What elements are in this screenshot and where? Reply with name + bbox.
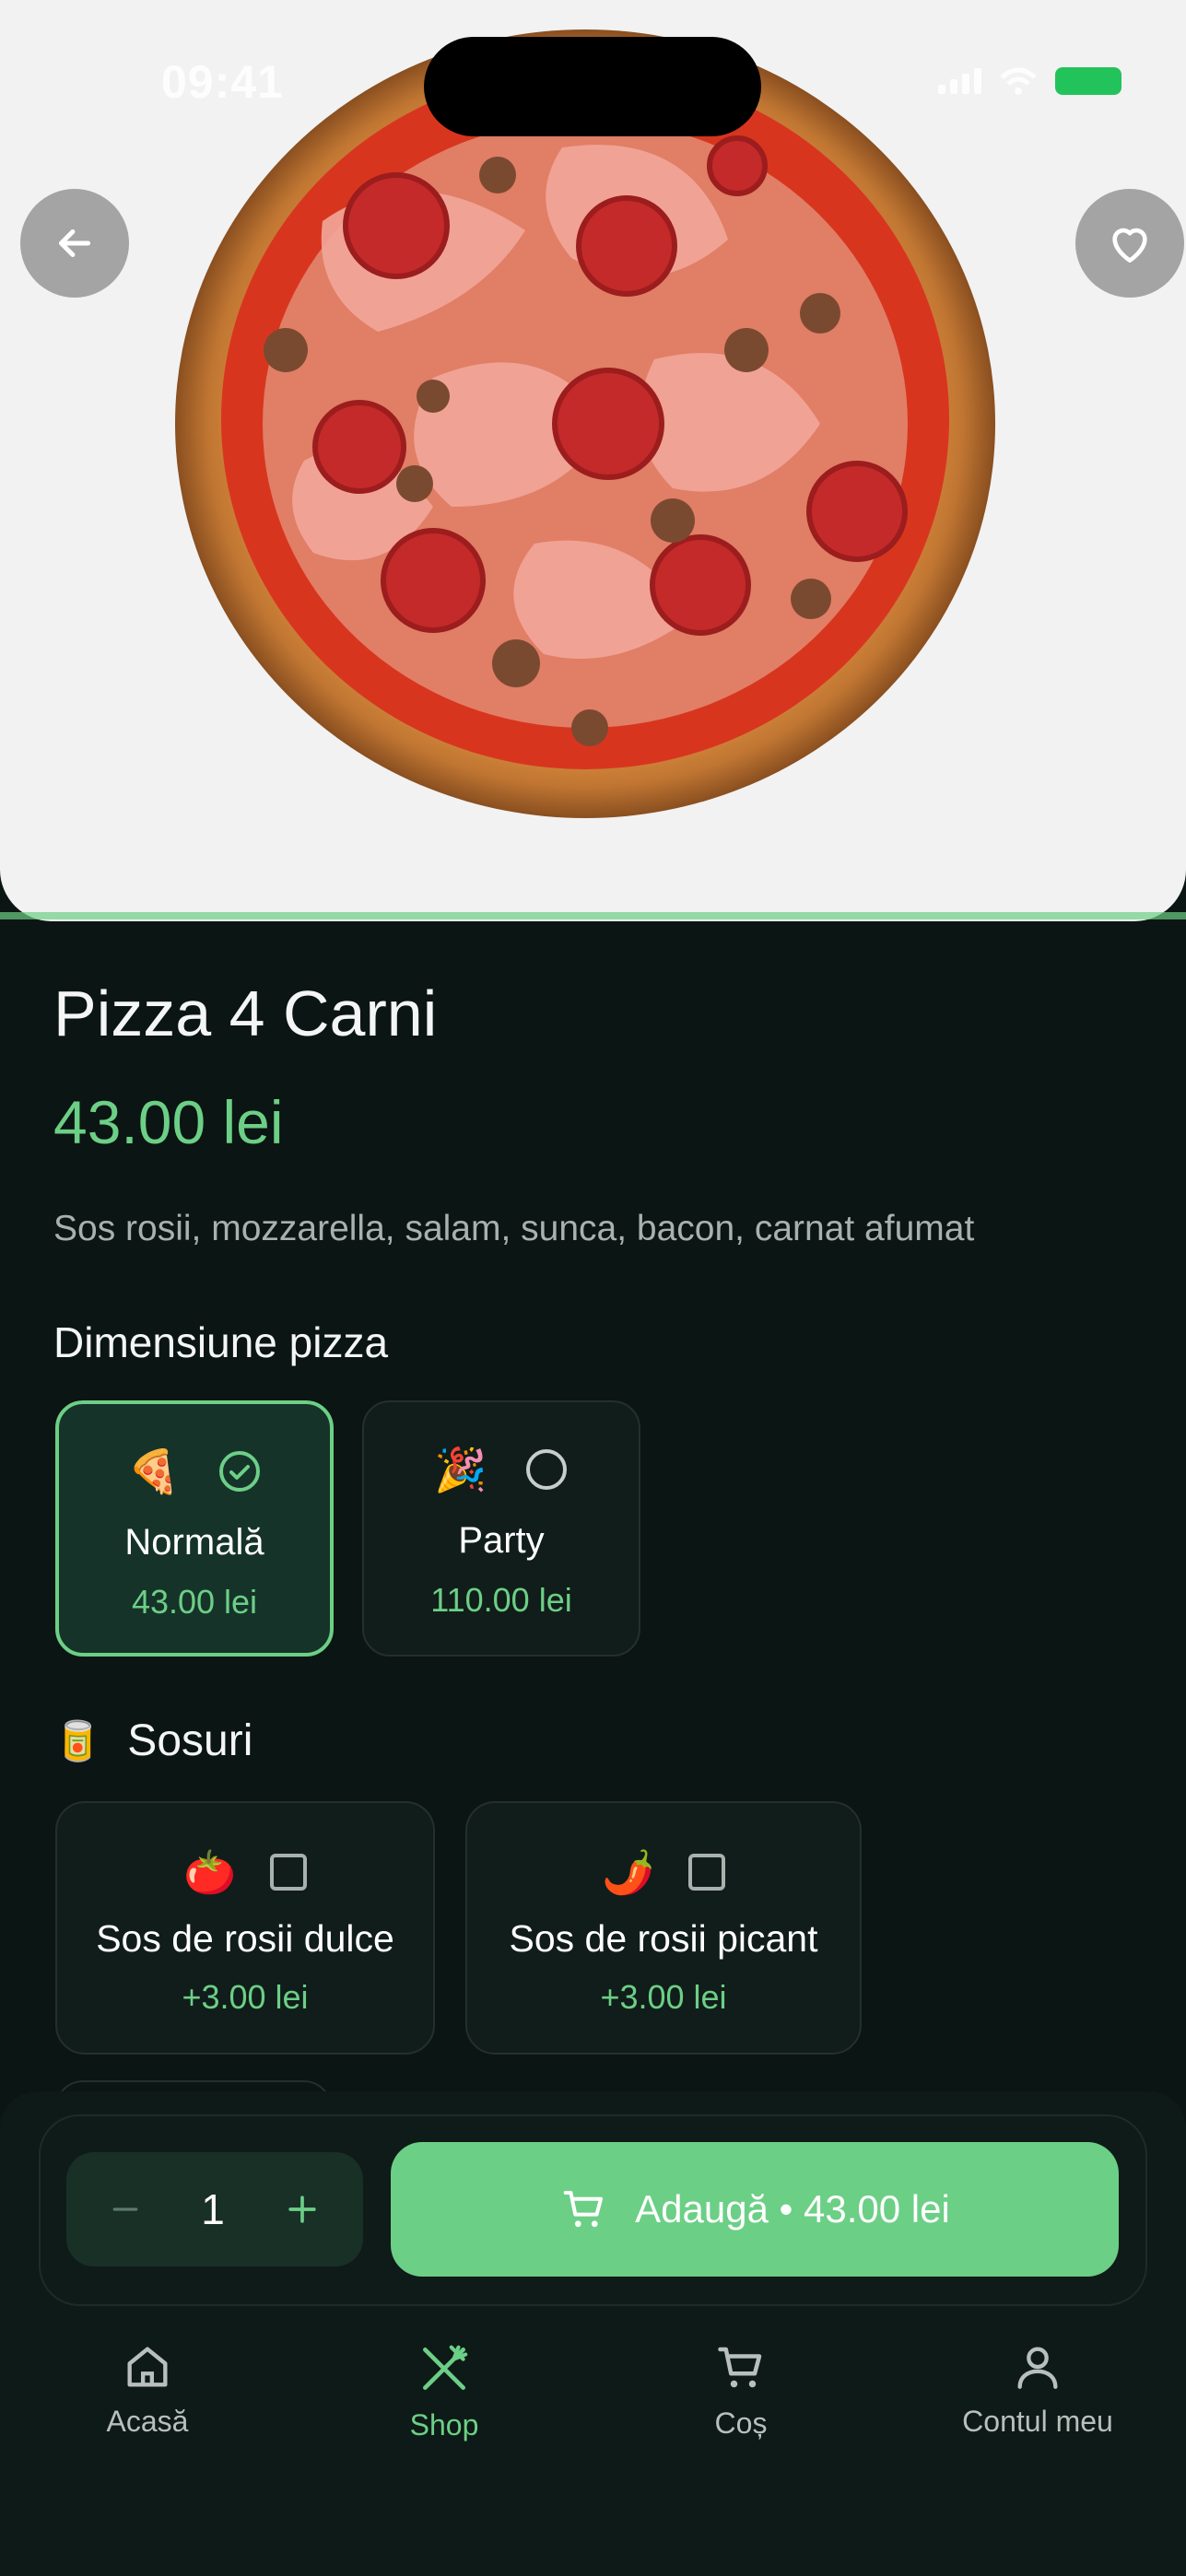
back-button[interactable]	[20, 189, 129, 298]
quantity-value: 1	[201, 2185, 225, 2233]
size-option-price: 43.00 lei	[131, 1583, 258, 1621]
cart-icon	[563, 2190, 604, 2228]
plus-icon[interactable]	[282, 2189, 323, 2230]
checkbox-icon[interactable]	[269, 1854, 307, 1891]
product-title: Pizza 4 Carni	[53, 978, 438, 1049]
sauce-section-header: 🥫 Sosuri	[53, 1715, 252, 1766]
tomato-emoji-icon: 🍅	[183, 1848, 237, 1896]
battery-icon	[1055, 67, 1121, 95]
signal-icon	[938, 68, 981, 94]
size-option-name: Party	[458, 1520, 545, 1561]
sauce-option-price: +3.00 lei	[182, 1978, 309, 2016]
tab-label: Contul meu	[962, 2405, 1113, 2438]
arrow-left-icon	[58, 229, 91, 257]
check-circle-icon	[218, 1451, 260, 1492]
tab-label: Acasă	[106, 2405, 189, 2438]
sauce-option-picant[interactable]: 🌶️ Sos de rosii picant +3.00 lei	[465, 1801, 862, 2055]
tab-cos[interactable]: Coș	[612, 2340, 870, 2441]
cart-icon	[718, 2347, 762, 2388]
tab-acasa[interactable]: Acasă	[18, 2340, 276, 2439]
tab-shop[interactable]: Shop	[315, 2340, 573, 2442]
pizza-image	[175, 29, 995, 818]
size-section-label: Dimensiune pizza	[53, 1318, 389, 1366]
can-emoji-icon: 🥫	[53, 1718, 102, 1762]
chili-emoji-icon: 🌶️	[602, 1848, 655, 1896]
party-emoji-icon: 🎉	[434, 1446, 487, 1493]
size-option-party[interactable]: 🎉 Party 110.00 lei	[362, 1400, 640, 1657]
product-image: 09:41	[0, 0, 1186, 921]
product-description: Sos rosii, mozzarella, salam, sunca, bac…	[53, 1209, 975, 1248]
status-time: 09:41	[161, 56, 284, 108]
size-option-price: 110.00 lei	[430, 1581, 572, 1619]
add-to-cart-button[interactable]: Adaugă • 43.00 lei	[391, 2142, 1119, 2277]
home-icon	[127, 2347, 168, 2387]
quantity-stepper: 1	[66, 2152, 363, 2266]
radio-empty-icon	[525, 1449, 567, 1490]
sauce-section-label: Sosuri	[127, 1716, 253, 1765]
size-option-name: Normală	[124, 1522, 264, 1563]
size-option-normala[interactable]: 🍕 Normală 43.00 lei	[55, 1400, 334, 1657]
sauce-option-dulce[interactable]: 🍅 Sos de rosii dulce +3.00 lei	[55, 1801, 435, 2055]
tab-label: Coș	[714, 2406, 768, 2440]
tab-label: Shop	[409, 2408, 479, 2441]
user-icon	[1017, 2347, 1058, 2389]
sauce-option-name: Sos de rosii picant	[509, 1917, 818, 1960]
pizza-emoji-icon: 🍕	[127, 1447, 181, 1495]
sauce-option-name: Sos de rosii dulce	[96, 1917, 394, 1960]
wifi-icon	[1000, 67, 1037, 95]
add-to-cart-label: Adaugă • 43.00 lei	[635, 2187, 950, 2231]
status-icons	[938, 66, 1121, 96]
checkbox-icon[interactable]	[687, 1854, 725, 1891]
favorite-button[interactable]	[1075, 189, 1184, 298]
heart-icon	[1112, 228, 1147, 263]
tab-contul-meu[interactable]: Contul meu	[909, 2340, 1167, 2439]
minus-icon[interactable]	[107, 2191, 144, 2228]
utensils-icon	[423, 2345, 468, 2390]
image-divider	[0, 912, 1186, 919]
product-price: 43.00 lei	[53, 1088, 284, 1156]
dynamic-island	[424, 37, 761, 136]
sauce-option-price: +3.00 lei	[600, 1978, 727, 2016]
tab-bar: Acasă Shop Coș Contul meu	[0, 2340, 1186, 2469]
